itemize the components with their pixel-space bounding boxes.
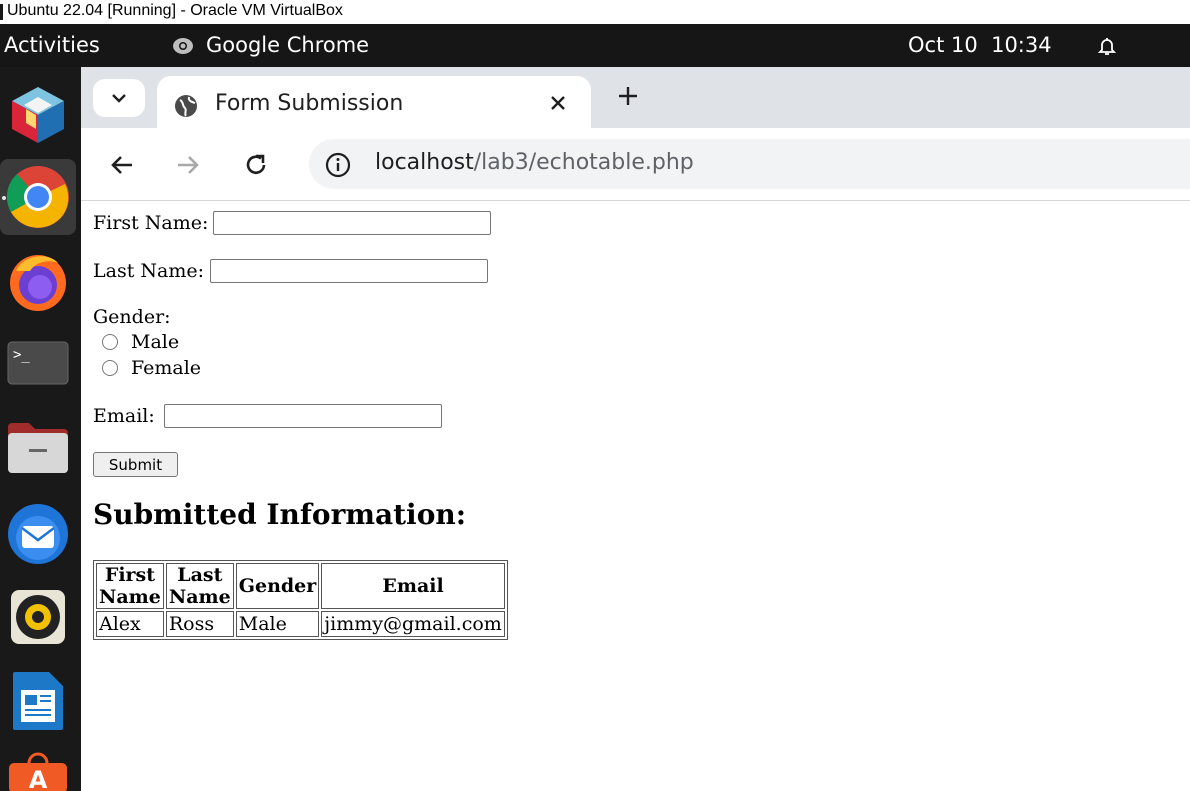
files-icon [8, 423, 68, 473]
chevron-down-icon [112, 94, 126, 103]
gender-female-radio[interactable] [102, 360, 118, 376]
app-menu[interactable]: Google Chrome [206, 33, 369, 57]
clock-time: 10:34 [991, 33, 1052, 57]
column-header-email: Email [321, 563, 505, 609]
gnome-top-bar: Activities Google Chrome Oct 10 10:34 [0, 24, 1190, 67]
url-host: localhost [375, 150, 474, 175]
back-icon[interactable] [107, 150, 137, 180]
firefox-icon [10, 255, 66, 311]
clock[interactable]: Oct 10 10:34 [908, 33, 1052, 57]
cell-email: jimmy@gmail.com [321, 611, 505, 637]
tab-title: Form Submission [215, 91, 404, 116]
dock-item-app-center[interactable]: A [0, 747, 76, 791]
submitted-info-table: First Name Last Name Gender Email Alex R… [93, 560, 508, 640]
table-row: Alex Ross Male jimmy@gmail.com [96, 611, 505, 637]
tab-search-button[interactable] [93, 79, 145, 117]
app-center-icon: A [9, 752, 67, 791]
svg-text:A: A [29, 766, 48, 791]
last-name-input[interactable] [210, 259, 488, 283]
email-label: Email: [93, 405, 155, 427]
vm-window-titlebar: Ubuntu 22.04 [Running] - Oracle VM Virtu… [0, 0, 1190, 24]
svg-text:>_: >_ [13, 347, 30, 363]
gender-female-label: Female [131, 357, 202, 379]
chrome-app-indicator-icon [173, 38, 193, 54]
rhythmbox-icon [11, 590, 65, 644]
vm-window-edge [0, 4, 3, 20]
last-name-label: Last Name: [93, 260, 204, 282]
dock-item-terminal[interactable]: >_ [0, 325, 76, 401]
cell-first-name: Alex [96, 611, 164, 637]
tab-form-submission[interactable]: Form Submission [157, 76, 591, 128]
browser-tab-strip: Form Submission [81, 67, 1190, 128]
terminal-icon: >_ [7, 341, 69, 385]
email-input[interactable] [164, 404, 442, 428]
column-header-last-name: Last Name [165, 563, 234, 609]
browser-toolbar: localhost/lab3/echotable.php [81, 128, 1190, 201]
thunderbird-icon [8, 504, 68, 564]
vm-window-title: Ubuntu 22.04 [Running] - Oracle VM Virtu… [7, 2, 343, 19]
last-name-row: Last Name: [93, 260, 204, 282]
dock-item-thunderbird[interactable] [0, 495, 76, 571]
clock-date: Oct 10 [908, 33, 978, 57]
gender-male-radio[interactable] [102, 334, 118, 350]
site-info-icon[interactable] [325, 152, 351, 178]
first-name-input[interactable] [213, 211, 491, 235]
dock-item-rhythmbox[interactable] [0, 579, 76, 655]
gender-label: Gender: [93, 306, 171, 328]
close-icon[interactable] [549, 94, 567, 112]
dock-item-firefox[interactable] [0, 243, 76, 319]
reload-icon[interactable] [241, 150, 271, 180]
gender-male-label: Male [131, 331, 180, 353]
new-tab-icon[interactable] [617, 85, 639, 107]
first-name-row: First Name: [93, 212, 208, 234]
dock-item-writer[interactable] [0, 663, 76, 739]
running-indicator [2, 196, 6, 200]
table-header-row: First Name Last Name Gender Email [96, 563, 505, 609]
activities-button[interactable]: Activities [4, 33, 100, 57]
first-name-label: First Name: [93, 212, 209, 234]
submit-button[interactable]: Submit [93, 452, 178, 477]
column-header-first-name: First Name [96, 563, 164, 609]
url-path: /lab3/echotable.php [473, 150, 694, 175]
globe-icon [175, 95, 197, 117]
dock-item-virtualbox[interactable] [0, 77, 76, 153]
submitted-info-heading: Submitted Information: [93, 498, 467, 531]
cell-gender: Male [235, 611, 320, 637]
url-text: localhost/lab3/echotable.php [375, 150, 694, 175]
dock: >_ A [0, 67, 81, 791]
dock-item-chrome[interactable] [0, 159, 76, 235]
virtualbox-icon [12, 87, 64, 143]
bell-icon[interactable] [1096, 35, 1118, 57]
cell-last-name: Ross [165, 611, 234, 637]
chrome-icon [7, 166, 69, 228]
address-bar[interactable]: localhost/lab3/echotable.php [309, 139, 1190, 189]
writer-icon [13, 672, 63, 730]
column-header-gender: Gender [235, 563, 320, 609]
dock-item-files[interactable] [0, 409, 76, 485]
forward-icon[interactable] [173, 150, 203, 180]
